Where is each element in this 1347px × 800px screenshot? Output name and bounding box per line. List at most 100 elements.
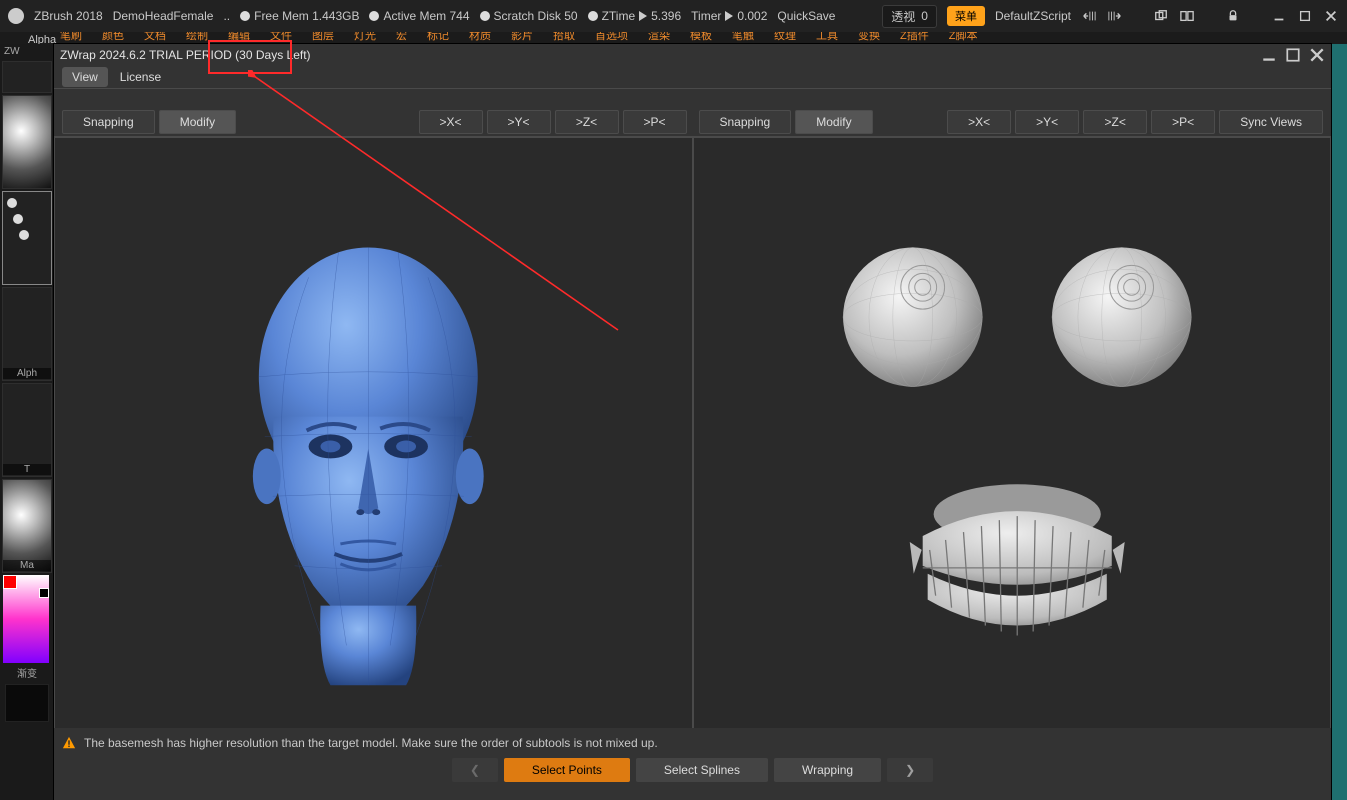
sync-views-button[interactable]: Sync Views	[1219, 110, 1323, 134]
swatch-slot[interactable]	[5, 684, 49, 722]
zbrush-right-tray[interactable]	[1331, 44, 1347, 800]
modify-button[interactable]: Modify	[159, 110, 236, 134]
minimize-icon[interactable]	[1261, 48, 1277, 62]
view-p-button[interactable]: >P<	[1151, 110, 1215, 134]
menu-item[interactable]: 首选项	[595, 32, 628, 42]
zbrush-left-tray: ZW Alph T Ma 渐变	[0, 44, 54, 800]
default-zscript[interactable]: DefaultZScript	[995, 9, 1071, 23]
step-select-points[interactable]: Select Points	[504, 758, 630, 782]
close-icon[interactable]	[1309, 48, 1325, 62]
dots: ..	[223, 9, 230, 23]
color-picker[interactable]	[3, 575, 49, 663]
menu-item[interactable]: 编辑	[228, 32, 250, 42]
play-icon	[725, 11, 733, 21]
view-x-button[interactable]: >X<	[947, 110, 1011, 134]
menu-item[interactable]: 影片	[511, 32, 533, 42]
timer-stat: Timer0.002	[691, 9, 767, 23]
zwrap-menubar: View License	[54, 66, 1331, 89]
project-name: DemoHeadFemale	[113, 9, 214, 23]
warning-icon	[62, 736, 76, 750]
perspective-value: 0	[921, 9, 928, 23]
play-icon	[639, 11, 647, 21]
menu-item[interactable]: 模板	[690, 32, 712, 42]
chevron-right-icon: ❯	[905, 763, 915, 777]
minimize-icon[interactable]	[1271, 8, 1287, 24]
menu-item[interactable]: 灯光	[354, 32, 376, 42]
left-toolbar: Snapping Modify >X< >Y< >Z< >P<	[62, 110, 687, 134]
scratch-disk-stat: Scratch Disk 50	[480, 9, 578, 23]
stroke-slot[interactable]	[2, 191, 52, 285]
right-toolbar: Snapping Modify >X< >Y< >Z< >P< Sync Vie…	[699, 110, 1324, 134]
menu-item[interactable]: 图层	[312, 32, 334, 42]
view-x-button[interactable]: >X<	[419, 110, 483, 134]
lock-icon[interactable]	[1225, 8, 1241, 24]
brush-slot[interactable]	[2, 95, 52, 189]
view-z-button[interactable]: >Z<	[555, 110, 619, 134]
texture-slot[interactable]: T	[2, 383, 52, 477]
zw-label: ZW	[0, 44, 54, 59]
menu-view[interactable]: View	[62, 67, 108, 87]
perspective-label: 透视	[891, 8, 915, 25]
maximize-icon[interactable]	[1297, 8, 1313, 24]
menu-item[interactable]: 绘制	[186, 32, 208, 42]
menu-item[interactable]: 纹理	[774, 32, 796, 42]
menu-item[interactable]: 宏	[396, 32, 407, 42]
menu-item[interactable]: 变换	[858, 32, 880, 42]
basemesh-head-icon	[55, 138, 692, 735]
view-z-button[interactable]: >Z<	[1083, 110, 1147, 134]
step-select-splines[interactable]: Select Splines	[636, 758, 768, 782]
menu-item[interactable]: 标记	[427, 32, 449, 42]
overlap-windows-icon[interactable]	[1153, 8, 1169, 24]
menu-item[interactable]: 工具	[816, 32, 838, 42]
tile-windows-icon[interactable]	[1179, 8, 1195, 24]
view-p-button[interactable]: >P<	[623, 110, 687, 134]
menu-item[interactable]: Alpha	[28, 34, 56, 44]
wizard-steps: ❮ Select Points Select Splines Wrapping …	[62, 754, 1323, 786]
viewports	[54, 136, 1331, 736]
view-y-button[interactable]: >Y<	[487, 110, 551, 134]
snapping-button[interactable]: Snapping	[62, 110, 155, 134]
left-viewport[interactable]	[54, 137, 693, 736]
zbrush-logo-icon	[8, 8, 24, 24]
menu-item[interactable]: 笔刷	[60, 32, 82, 42]
zwrap-titlebar[interactable]: ZWrap 2024.6.2 TRIAL PERIOD (30 Days Lef…	[54, 44, 1331, 66]
zbrush-status-bar: ZBrush 2018 DemoHeadFemale .. Free Mem 1…	[0, 0, 1347, 32]
menu-item[interactable]: Z脚本	[949, 32, 978, 42]
quicksave-button[interactable]: QuickSave	[777, 9, 835, 23]
ztime-stat: ZTime5.396	[588, 9, 682, 23]
modify-button[interactable]: Modify	[795, 110, 872, 134]
zbrush-main-menubar[interactable]: Alpha 笔刷 颜色 文档 绘制 编辑 文件 图层 灯光 宏 标记 材质 影片…	[0, 32, 1347, 44]
menu-item[interactable]: 渲染	[648, 32, 670, 42]
zwrap-bottom-bar: The basemesh has higher resolution than …	[54, 728, 1331, 800]
menu-item[interactable]: 文档	[144, 32, 166, 42]
maximize-icon[interactable]	[1285, 48, 1301, 62]
free-mem-stat: Free Mem 1.443GB	[240, 9, 359, 23]
menu-item[interactable]: 拾取	[553, 32, 575, 42]
material-slot[interactable]: Ma	[2, 479, 52, 573]
slider-right-icon[interactable]	[1107, 8, 1123, 24]
menu-item[interactable]: 材质	[469, 32, 491, 42]
menu-item[interactable]: 文件	[270, 32, 292, 42]
empty-slot[interactable]	[2, 61, 52, 93]
snapping-button[interactable]: Snapping	[699, 110, 792, 134]
prev-step-button[interactable]: ❮	[452, 758, 498, 782]
active-mem-stat: Active Mem 744	[369, 9, 469, 23]
alpha-slot[interactable]: Alph	[2, 287, 52, 381]
menu-item[interactable]: 颜色	[102, 32, 124, 42]
warning-text: The basemesh has higher resolution than …	[84, 736, 658, 750]
viewport-toolbars: Snapping Modify >X< >Y< >Z< >P< Snapping…	[54, 109, 1331, 135]
step-wrapping[interactable]: Wrapping	[774, 758, 881, 782]
menu-item[interactable]: 笔触	[732, 32, 754, 42]
menu-license[interactable]: License	[110, 67, 171, 87]
next-step-button[interactable]: ❯	[887, 758, 933, 782]
close-icon[interactable]	[1323, 8, 1339, 24]
perspective-field[interactable]: 透视 0	[882, 5, 937, 28]
menu-item[interactable]: Z插件	[900, 32, 929, 42]
view-y-button[interactable]: >Y<	[1015, 110, 1079, 134]
menu-button[interactable]: 菜单	[947, 6, 985, 26]
zbrush-app-name: ZBrush 2018	[34, 9, 103, 23]
gradient-label: 渐变	[0, 665, 54, 680]
right-viewport[interactable]	[693, 137, 1332, 736]
slider-left-icon[interactable]	[1081, 8, 1097, 24]
zwrap-title-text: ZWrap 2024.6.2 TRIAL PERIOD (30 Days Lef…	[60, 48, 311, 62]
